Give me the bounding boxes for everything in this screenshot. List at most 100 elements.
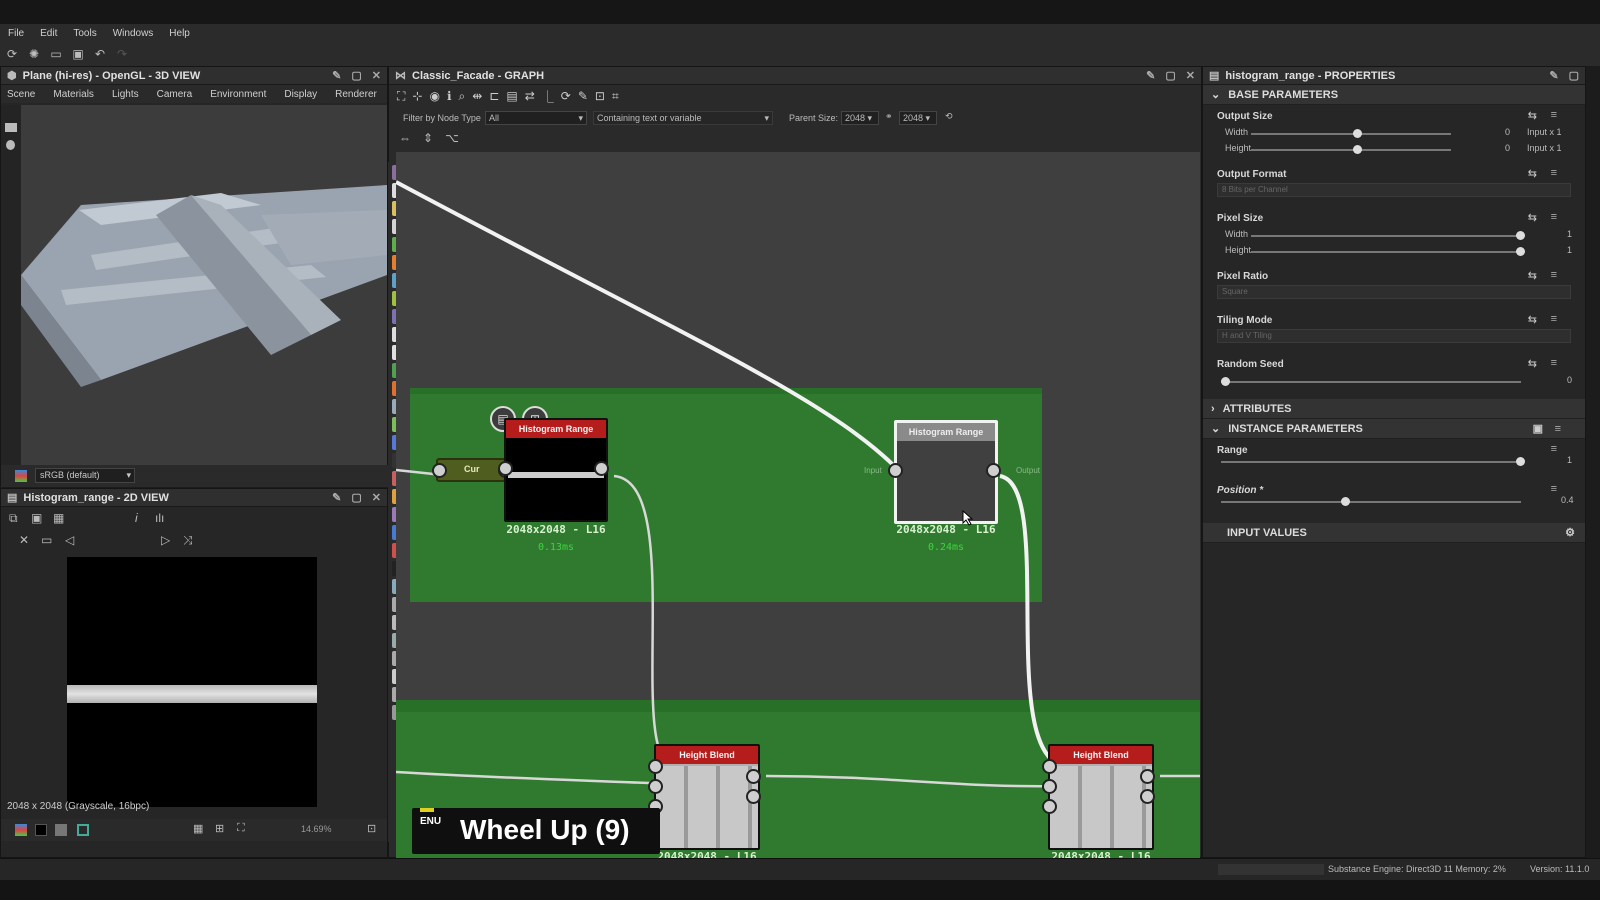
close-icon[interactable]: ✕ bbox=[372, 491, 381, 504]
menu-icon[interactable]: ≡ bbox=[1551, 211, 1557, 223]
3d-viewport[interactable] bbox=[21, 105, 387, 465]
height-blend-node-2[interactable]: Height Blend bbox=[1048, 744, 1154, 850]
output-height-slider[interactable] bbox=[1251, 145, 1451, 154]
hr2-input-port[interactable] bbox=[888, 463, 903, 478]
search-icon[interactable]: ⌕ bbox=[459, 89, 466, 104]
pixel-ratio-select[interactable]: Square bbox=[1217, 285, 1571, 299]
output-format-select[interactable]: 8 Bits per Channel bbox=[1217, 183, 1571, 197]
output-width-relative[interactable]: Input x 1 bbox=[1527, 127, 1562, 137]
3d-menu-camera[interactable]: Camera bbox=[157, 89, 193, 100]
frame-icon[interactable]: ⛶ bbox=[237, 822, 245, 835]
info-icon[interactable]: i bbox=[135, 511, 138, 525]
histogram-range-node-2[interactable]: Histogram Range bbox=[894, 420, 998, 524]
menu-icon[interactable]: ≡ bbox=[1551, 269, 1557, 281]
menu-icon[interactable]: ≡ bbox=[1555, 423, 1561, 435]
random-icon[interactable]: ⇆ bbox=[1528, 211, 1537, 224]
3d-menu-scene[interactable]: Scene bbox=[7, 89, 35, 100]
maximize-icon[interactable]: ▢ bbox=[1165, 69, 1175, 82]
grid-icon[interactable]: ⌗ bbox=[612, 89, 619, 104]
pin-icon[interactable]: ✎ bbox=[332, 69, 341, 82]
tools-icon[interactable]: ✎ bbox=[578, 89, 588, 103]
hb2-input-port-2[interactable] bbox=[1042, 779, 1057, 794]
3d-menu-renderer[interactable]: Renderer bbox=[335, 89, 377, 100]
layers-icon[interactable] bbox=[15, 824, 27, 836]
slider-handle[interactable] bbox=[1341, 497, 1350, 506]
slider-handle[interactable] bbox=[1221, 377, 1230, 386]
horizontal-layout-icon[interactable]: ⇔ bbox=[399, 131, 411, 151]
pixel-height-slider[interactable] bbox=[1251, 247, 1525, 256]
fit-icon[interactable] bbox=[77, 824, 89, 836]
align-icon[interactable]: ⇹ bbox=[472, 89, 482, 103]
cur-input-port[interactable] bbox=[432, 463, 447, 478]
instance-parameters-header[interactable]: ⌄ INSTANCE PARAMETERS ▣ ≡ bbox=[1203, 419, 1585, 439]
refresh-icon[interactable]: ⟳ bbox=[561, 89, 571, 103]
pixel-width-value[interactable]: 1 bbox=[1567, 229, 1572, 239]
3d-menu-display[interactable]: Display bbox=[284, 89, 317, 100]
save-icon[interactable]: ▣ bbox=[31, 511, 42, 525]
output-width-value[interactable]: 0 bbox=[1505, 127, 1510, 137]
range-slider[interactable] bbox=[1221, 457, 1525, 466]
next-icon[interactable]: ▷ bbox=[161, 533, 170, 547]
save-icon[interactable]: ▣ bbox=[70, 46, 86, 62]
slider-handle[interactable] bbox=[1516, 231, 1525, 240]
new-icon[interactable]: ⟳ bbox=[4, 46, 20, 62]
menu-help[interactable]: Help bbox=[169, 28, 190, 39]
hb2-input-port-1[interactable] bbox=[1042, 759, 1057, 774]
input-values-header[interactable]: INPUT VALUES ⚙ bbox=[1203, 523, 1585, 543]
hr2-output-port[interactable] bbox=[986, 463, 1001, 478]
histogram-icon[interactable]: ılı bbox=[155, 511, 164, 525]
2d-preview[interactable] bbox=[67, 557, 317, 807]
copy-icon[interactable]: ⧉ bbox=[9, 511, 18, 526]
color-space-select[interactable]: sRGB (default) ▾ bbox=[35, 468, 135, 483]
pin-icon[interactable]: ✎ bbox=[1146, 69, 1155, 82]
menu-icon[interactable]: ≡ bbox=[1551, 357, 1557, 369]
new-substance-icon[interactable]: ✺ bbox=[26, 46, 42, 62]
undo-icon[interactable]: ↶ bbox=[92, 46, 108, 62]
pixel-width-slider[interactable] bbox=[1251, 231, 1525, 240]
random-icon[interactable]: ⇆ bbox=[1528, 313, 1537, 326]
info-icon[interactable]: ℹ bbox=[447, 89, 452, 103]
attributes-header[interactable]: › ATTRIBUTES bbox=[1203, 399, 1585, 419]
hb1-input-port-1[interactable] bbox=[648, 759, 663, 774]
menu-file[interactable]: File bbox=[8, 28, 24, 39]
close-icon[interactable]: ✕ bbox=[372, 69, 381, 82]
connect-icon[interactable]: ⎿ bbox=[542, 88, 554, 105]
hr1-input-port[interactable] bbox=[498, 461, 513, 476]
output-height-value[interactable]: 0 bbox=[1505, 143, 1510, 153]
menu-icon[interactable]: ≡ bbox=[1551, 313, 1557, 325]
random-icon[interactable]: ⇆ bbox=[1528, 357, 1537, 370]
lock-icon[interactable]: ⊡ bbox=[367, 822, 376, 835]
menu-windows[interactable]: Windows bbox=[113, 28, 154, 39]
pin-icon[interactable]: ✎ bbox=[1549, 69, 1558, 82]
checker-icon[interactable] bbox=[55, 824, 67, 836]
layers-icon[interactable] bbox=[15, 470, 27, 482]
tiling-mode-select[interactable]: H and V Tiling bbox=[1217, 329, 1571, 343]
close-icon[interactable]: ✕ bbox=[1186, 69, 1195, 82]
slider-handle[interactable] bbox=[1353, 129, 1362, 138]
distribute-icon[interactable]: ⊏ bbox=[489, 89, 499, 103]
position-value[interactable]: 0.4 bbox=[1561, 495, 1574, 505]
maximize-icon[interactable]: ▢ bbox=[351, 69, 361, 82]
graph-canvas[interactable]: Cur ▤ ⊞ Histogram Range 2048x2048 - L16 … bbox=[396, 152, 1200, 858]
maximize-icon[interactable]: ▢ bbox=[351, 491, 361, 504]
random-seed-value[interactable]: 0 bbox=[1567, 375, 1572, 385]
prev-icon[interactable]: ◁ bbox=[65, 533, 74, 547]
zoom-value[interactable]: 14.69% bbox=[301, 824, 332, 834]
random-icon[interactable]: ⇆ bbox=[1528, 167, 1537, 180]
output-width-slider[interactable] bbox=[1251, 129, 1451, 138]
redo-icon[interactable]: ↷ bbox=[114, 46, 130, 62]
menu-edit[interactable]: Edit bbox=[40, 28, 57, 39]
hb1-output-port-1[interactable] bbox=[746, 769, 761, 784]
black-bg-icon[interactable] bbox=[35, 824, 47, 836]
filter-select[interactable]: All ▾ bbox=[485, 111, 587, 125]
range-value[interactable]: 1 bbox=[1567, 455, 1572, 465]
hb1-input-port-2[interactable] bbox=[648, 779, 663, 794]
3d-menu-environment[interactable]: Environment bbox=[210, 89, 266, 100]
slider-handle[interactable] bbox=[1516, 247, 1525, 256]
slider-handle[interactable] bbox=[1516, 457, 1525, 466]
compare-icon[interactable]: ⤨ bbox=[183, 533, 193, 548]
random-icon[interactable]: ⇆ bbox=[1528, 109, 1537, 122]
histogram-range-node-1[interactable]: Histogram Range bbox=[504, 418, 608, 522]
export-icon[interactable]: ▦ bbox=[53, 511, 64, 525]
menu-icon[interactable]: ≡ bbox=[1551, 443, 1557, 455]
